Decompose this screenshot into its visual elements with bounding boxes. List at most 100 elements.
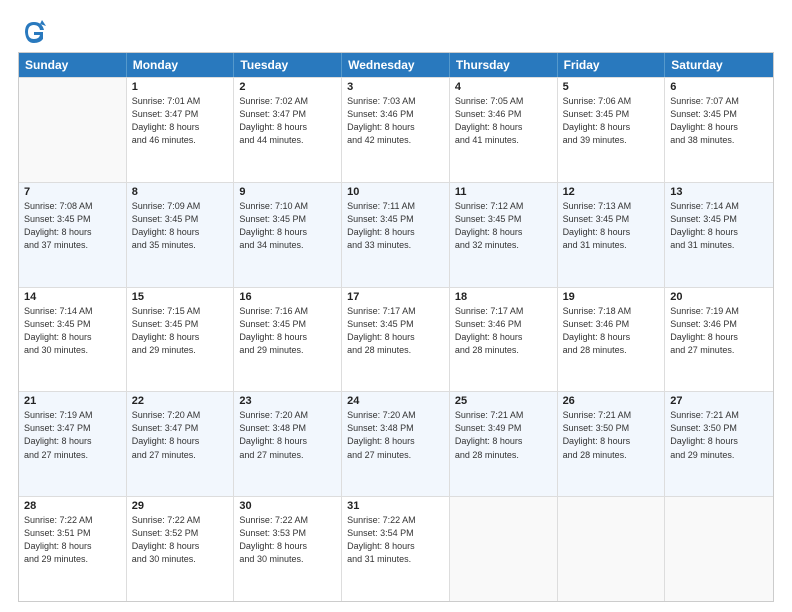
cell-info-line: Sunset: 3:45 PM xyxy=(24,318,121,331)
calendar-cell: 5Sunrise: 7:06 AMSunset: 3:45 PMDaylight… xyxy=(558,78,666,182)
cell-info-line: Sunrise: 7:18 AM xyxy=(563,305,660,318)
calendar-cell: 30Sunrise: 7:22 AMSunset: 3:53 PMDayligh… xyxy=(234,497,342,601)
calendar-row-3: 14Sunrise: 7:14 AMSunset: 3:45 PMDayligh… xyxy=(19,287,773,392)
cell-info-line: Sunset: 3:49 PM xyxy=(455,422,552,435)
page: SundayMondayTuesdayWednesdayThursdayFrid… xyxy=(0,0,792,612)
cell-info-line: and 28 minutes. xyxy=(455,449,552,462)
cell-info-line: Daylight: 8 hours xyxy=(132,435,229,448)
cell-info-line: and 28 minutes. xyxy=(455,344,552,357)
cell-info-line: and 29 minutes. xyxy=(239,344,336,357)
cell-info-line: Sunrise: 7:05 AM xyxy=(455,95,552,108)
cell-info-line: Daylight: 8 hours xyxy=(24,540,121,553)
header xyxy=(18,18,774,46)
cell-info-line: Sunrise: 7:03 AM xyxy=(347,95,444,108)
logo-icon xyxy=(20,18,48,46)
calendar-body: 1Sunrise: 7:01 AMSunset: 3:47 PMDaylight… xyxy=(19,77,773,601)
calendar-header: SundayMondayTuesdayWednesdayThursdayFrid… xyxy=(19,53,773,77)
cell-info-line: and 42 minutes. xyxy=(347,134,444,147)
cell-info-line: and 28 minutes. xyxy=(347,344,444,357)
calendar-cell: 15Sunrise: 7:15 AMSunset: 3:45 PMDayligh… xyxy=(127,288,235,392)
cell-info-line: and 39 minutes. xyxy=(563,134,660,147)
cell-info-line: Sunrise: 7:12 AM xyxy=(455,200,552,213)
cell-info-line: Sunrise: 7:16 AM xyxy=(239,305,336,318)
calendar-row-2: 7Sunrise: 7:08 AMSunset: 3:45 PMDaylight… xyxy=(19,182,773,287)
cell-info-line: Sunrise: 7:06 AM xyxy=(563,95,660,108)
cell-info-line: Daylight: 8 hours xyxy=(347,121,444,134)
cell-info-line: Sunset: 3:50 PM xyxy=(670,422,768,435)
day-number: 6 xyxy=(670,81,768,93)
cell-info-line: Sunset: 3:47 PM xyxy=(239,108,336,121)
day-number: 3 xyxy=(347,81,444,93)
day-number: 19 xyxy=(563,291,660,303)
cell-info-line: Sunset: 3:48 PM xyxy=(347,422,444,435)
calendar-cell xyxy=(665,497,773,601)
cell-info-line: Daylight: 8 hours xyxy=(455,121,552,134)
day-number: 29 xyxy=(132,500,229,512)
cell-info-line: Sunset: 3:46 PM xyxy=(347,108,444,121)
cell-info-line: Sunset: 3:46 PM xyxy=(455,318,552,331)
cell-info-line: Sunset: 3:48 PM xyxy=(239,422,336,435)
calendar-cell: 20Sunrise: 7:19 AMSunset: 3:46 PMDayligh… xyxy=(665,288,773,392)
cell-info-line: Sunrise: 7:22 AM xyxy=(24,514,121,527)
header-cell-tuesday: Tuesday xyxy=(234,53,342,77)
cell-info-line: Daylight: 8 hours xyxy=(670,121,768,134)
cell-info-line: Sunset: 3:46 PM xyxy=(670,318,768,331)
day-number: 13 xyxy=(670,186,768,198)
calendar-cell: 25Sunrise: 7:21 AMSunset: 3:49 PMDayligh… xyxy=(450,392,558,496)
cell-info-line: and 30 minutes. xyxy=(132,553,229,566)
cell-info-line: Daylight: 8 hours xyxy=(239,540,336,553)
cell-info-line: and 30 minutes. xyxy=(239,553,336,566)
cell-info-line: Sunrise: 7:22 AM xyxy=(239,514,336,527)
header-cell-wednesday: Wednesday xyxy=(342,53,450,77)
day-number: 24 xyxy=(347,395,444,407)
cell-info-line: Sunset: 3:45 PM xyxy=(455,213,552,226)
cell-info-line: Sunrise: 7:11 AM xyxy=(347,200,444,213)
cell-info-line: Daylight: 8 hours xyxy=(132,540,229,553)
cell-info-line: and 27 minutes. xyxy=(24,449,121,462)
cell-info-line: and 29 minutes. xyxy=(670,449,768,462)
cell-info-line: Sunrise: 7:21 AM xyxy=(455,409,552,422)
cell-info-line: Sunset: 3:45 PM xyxy=(563,108,660,121)
day-number: 5 xyxy=(563,81,660,93)
cell-info-line: Sunset: 3:45 PM xyxy=(132,318,229,331)
calendar-cell: 7Sunrise: 7:08 AMSunset: 3:45 PMDaylight… xyxy=(19,183,127,287)
day-number: 8 xyxy=(132,186,229,198)
cell-info-line: and 46 minutes. xyxy=(132,134,229,147)
calendar-cell: 13Sunrise: 7:14 AMSunset: 3:45 PMDayligh… xyxy=(665,183,773,287)
cell-info-line: Sunset: 3:50 PM xyxy=(563,422,660,435)
calendar-cell: 14Sunrise: 7:14 AMSunset: 3:45 PMDayligh… xyxy=(19,288,127,392)
cell-info-line: Sunrise: 7:20 AM xyxy=(132,409,229,422)
calendar-cell xyxy=(558,497,666,601)
cell-info-line: and 32 minutes. xyxy=(455,239,552,252)
cell-info-line: Daylight: 8 hours xyxy=(670,435,768,448)
calendar-cell: 28Sunrise: 7:22 AMSunset: 3:51 PMDayligh… xyxy=(19,497,127,601)
cell-info-line: Sunrise: 7:13 AM xyxy=(563,200,660,213)
calendar-cell: 16Sunrise: 7:16 AMSunset: 3:45 PMDayligh… xyxy=(234,288,342,392)
cell-info-line: Daylight: 8 hours xyxy=(132,226,229,239)
cell-info-line: Daylight: 8 hours xyxy=(563,435,660,448)
cell-info-line: Daylight: 8 hours xyxy=(455,331,552,344)
calendar-row-5: 28Sunrise: 7:22 AMSunset: 3:51 PMDayligh… xyxy=(19,496,773,601)
day-number: 12 xyxy=(563,186,660,198)
cell-info-line: and 27 minutes. xyxy=(347,449,444,462)
calendar: SundayMondayTuesdayWednesdayThursdayFrid… xyxy=(18,52,774,602)
cell-info-line: and 31 minutes. xyxy=(347,553,444,566)
cell-info-line: and 35 minutes. xyxy=(132,239,229,252)
cell-info-line: Daylight: 8 hours xyxy=(239,121,336,134)
calendar-row-4: 21Sunrise: 7:19 AMSunset: 3:47 PMDayligh… xyxy=(19,391,773,496)
day-number: 9 xyxy=(239,186,336,198)
day-number: 2 xyxy=(239,81,336,93)
cell-info-line: Sunrise: 7:19 AM xyxy=(24,409,121,422)
cell-info-line: Sunrise: 7:22 AM xyxy=(347,514,444,527)
cell-info-line: Sunrise: 7:20 AM xyxy=(347,409,444,422)
cell-info-line: Daylight: 8 hours xyxy=(347,435,444,448)
day-number: 30 xyxy=(239,500,336,512)
header-cell-saturday: Saturday xyxy=(665,53,773,77)
day-number: 18 xyxy=(455,291,552,303)
calendar-cell: 26Sunrise: 7:21 AMSunset: 3:50 PMDayligh… xyxy=(558,392,666,496)
cell-info-line: Daylight: 8 hours xyxy=(347,331,444,344)
cell-info-line: Sunset: 3:45 PM xyxy=(347,318,444,331)
cell-info-line: Sunset: 3:45 PM xyxy=(132,213,229,226)
cell-info-line: and 31 minutes. xyxy=(670,239,768,252)
cell-info-line: and 28 minutes. xyxy=(563,449,660,462)
